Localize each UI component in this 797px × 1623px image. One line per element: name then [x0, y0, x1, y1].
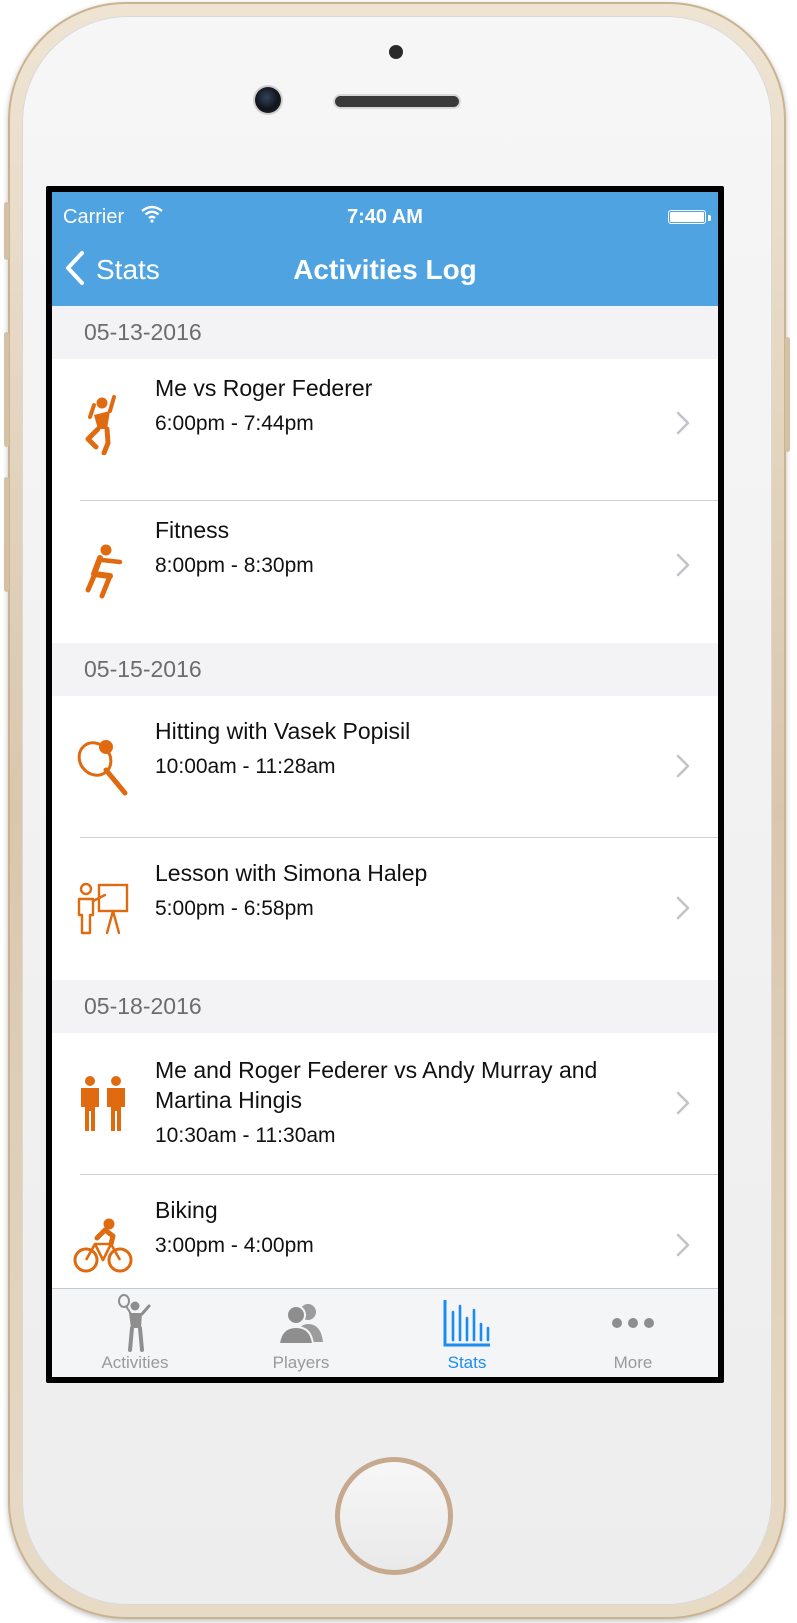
list-item[interactable]: Hitting with Vasek Popisil 10:00am - 11:… — [52, 696, 718, 838]
chevron-right-icon — [676, 754, 690, 783]
front-camera — [255, 87, 281, 113]
activity-title: Me and Roger Federer vs Andy Murray and … — [155, 1057, 598, 1113]
tab-label: Players — [272, 1353, 330, 1372]
activity-title: Biking — [155, 1197, 218, 1223]
app-screen: Carrier 7:40 AM Stats Activities Log 05-… — [52, 192, 718, 1377]
list-item[interactable]: Biking 3:00pm - 4:00pm — [52, 1175, 718, 1294]
tab-label: Stats — [447, 1353, 487, 1372]
list-item[interactable]: Me and Roger Federer vs Andy Murray and … — [52, 1033, 718, 1175]
chevron-right-icon — [676, 1091, 690, 1120]
screen: Carrier 7:40 AM Stats Activities Log 05-… — [46, 186, 724, 1383]
navigation-bar: Carrier 7:40 AM Stats Activities Log — [52, 192, 718, 306]
section-header: 05-13-2016 — [52, 306, 718, 359]
activity-title: Lesson with Simona Halep — [155, 860, 428, 886]
earpiece-speaker — [335, 96, 459, 107]
status-bar: Carrier 7:40 AM — [52, 200, 718, 230]
power-button — [785, 337, 790, 452]
activity-time: 10:00am - 11:28am — [155, 755, 336, 778]
battery-icon — [668, 210, 706, 224]
tab-more[interactable]: More — [550, 1289, 716, 1377]
lesson-icon — [72, 878, 134, 940]
section-header: 05-18-2016 — [52, 980, 718, 1033]
tab-bar: Activities Players Stats More — [52, 1288, 718, 1377]
more-icon — [550, 1295, 716, 1351]
tab-activities[interactable]: Activities — [52, 1289, 218, 1377]
status-time: 7:40 AM — [347, 206, 423, 228]
activity-time: 10:30am - 11:30am — [155, 1124, 336, 1147]
section-date: 05-13-2016 — [84, 319, 202, 345]
proximity-sensor — [389, 45, 403, 59]
mute-switch — [4, 202, 9, 260]
list-item[interactable]: Lesson with Simona Halep 5:00pm - 6:58pm — [52, 838, 718, 980]
activities-list[interactable]: 05-13-2016 Me vs Roger Federer 6:00pm - … — [52, 306, 718, 1294]
chevron-right-icon — [676, 896, 690, 925]
activity-time: 5:00pm - 6:58pm — [155, 897, 314, 920]
tab-players[interactable]: Players — [218, 1289, 384, 1377]
page-title: Activities Log — [293, 254, 477, 285]
home-button[interactable] — [335, 1457, 453, 1575]
section-date: 05-15-2016 — [84, 656, 202, 682]
volume-up-button — [4, 332, 9, 447]
tennis-racket-icon — [72, 736, 134, 798]
activity-time: 8:00pm - 8:30pm — [155, 554, 314, 577]
fitness-icon — [72, 541, 134, 603]
chevron-right-icon — [676, 553, 690, 582]
tab-stats[interactable]: Stats — [384, 1289, 550, 1377]
activity-title: Me vs Roger Federer — [155, 375, 373, 401]
chevron-right-icon — [676, 1233, 690, 1262]
battery-tip — [708, 215, 711, 221]
chevron-right-icon — [676, 411, 690, 440]
activities-icon — [52, 1294, 218, 1352]
tab-label: Activities — [101, 1353, 169, 1372]
tennis-player-icon — [72, 394, 134, 456]
activity-title: Fitness — [155, 517, 230, 543]
section-date: 05-18-2016 — [84, 993, 202, 1019]
section-header: 05-15-2016 — [52, 643, 718, 696]
activity-time: 6:00pm - 7:44pm — [155, 412, 314, 435]
volume-down-button — [4, 477, 9, 592]
players-icon — [218, 1295, 384, 1351]
list-item[interactable]: Me vs Roger Federer 6:00pm - 7:44pm — [52, 359, 718, 501]
tab-label: More — [613, 1353, 653, 1372]
biking-icon — [72, 1215, 134, 1277]
doubles-icon — [72, 1073, 134, 1135]
stats-icon — [384, 1295, 550, 1351]
activity-title: Hitting with Vasek Popisil — [155, 718, 411, 744]
activity-time: 3:00pm - 4:00pm — [155, 1234, 314, 1257]
list-item[interactable]: Fitness 8:00pm - 8:30pm — [52, 501, 718, 643]
